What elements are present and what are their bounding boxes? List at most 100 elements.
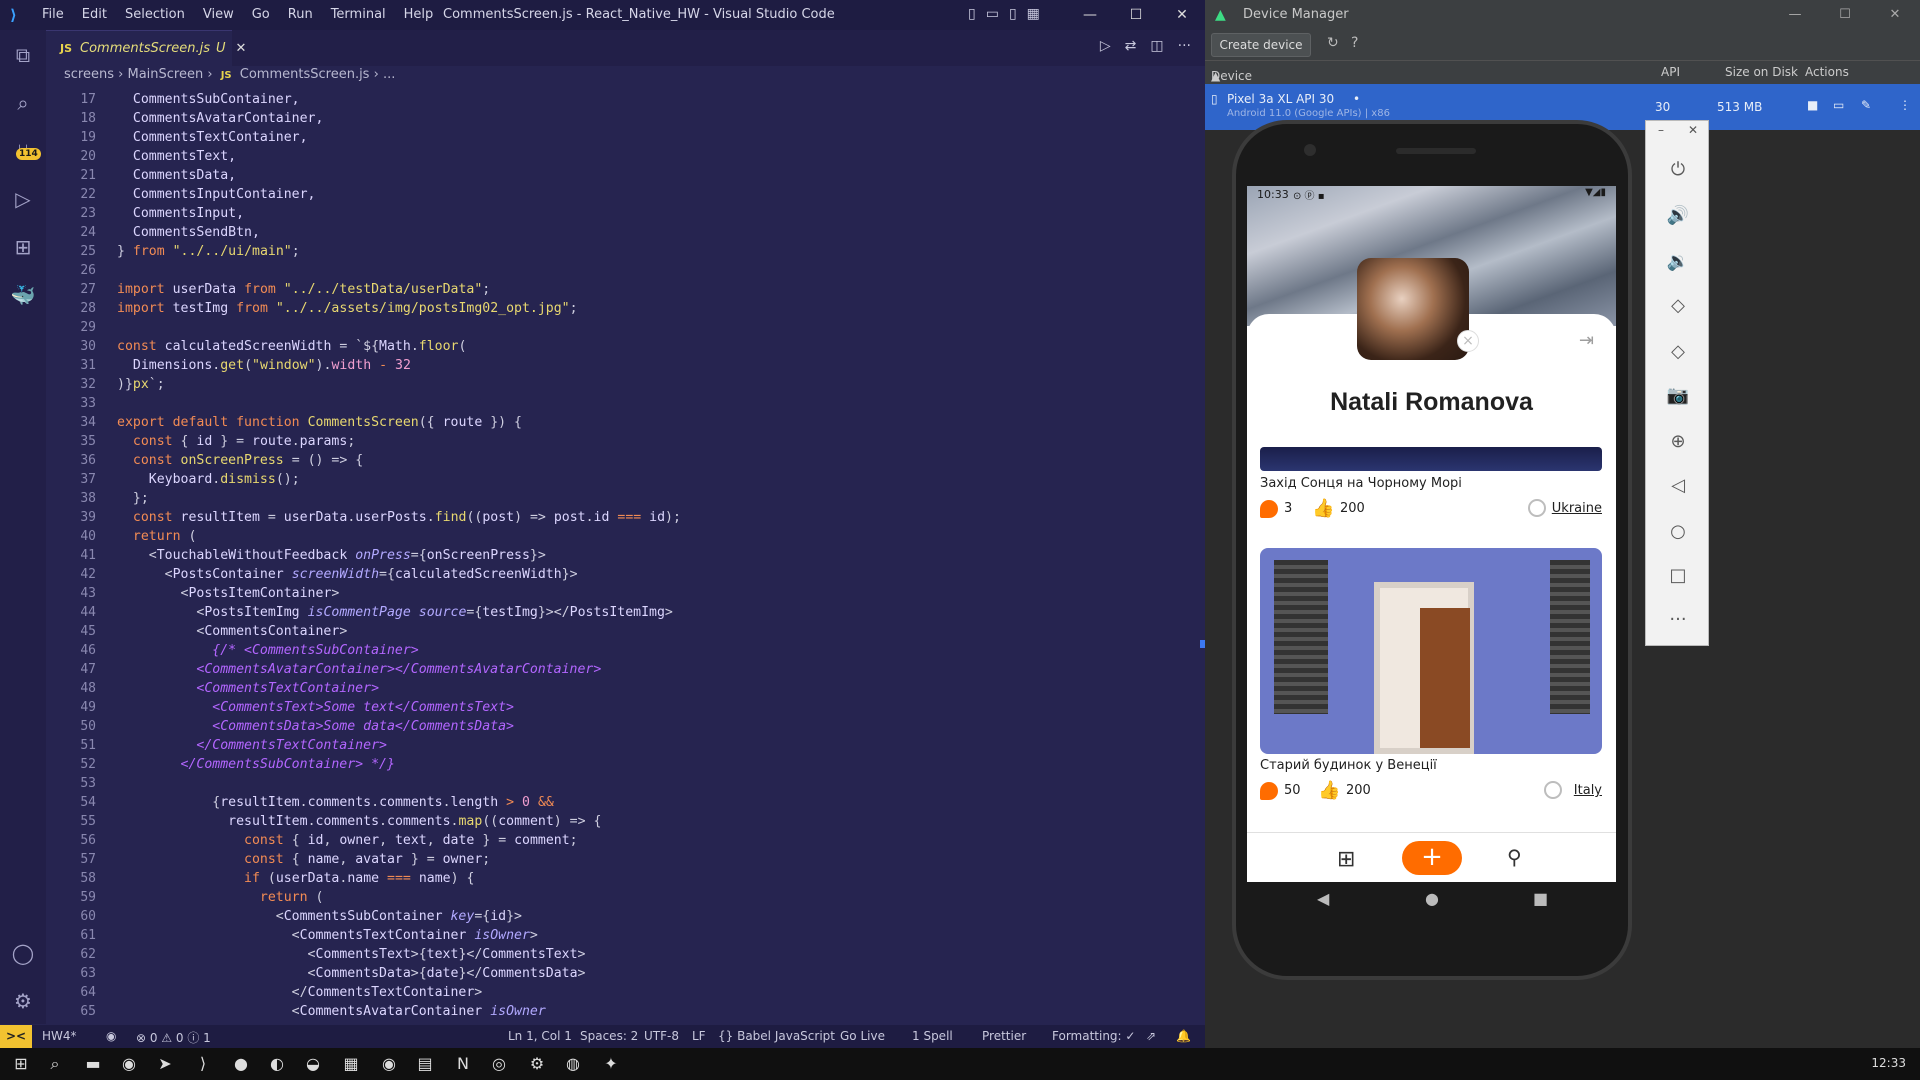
power-icon[interactable]: ⏻ — [1646, 159, 1710, 180]
volume-up-icon[interactable]: 🔊 — [1646, 205, 1710, 226]
more-vertical-icon[interactable]: ⋮ — [1899, 98, 1911, 112]
run-file-icon[interactable]: ▷ — [1100, 38, 1111, 54]
go-live-button[interactable]: Go Live — [840, 1029, 885, 1043]
menu-go[interactable]: Go — [252, 7, 270, 22]
grid-icon[interactable]: ⊞ — [1337, 847, 1355, 872]
app-icon[interactable]: ⚙ — [524, 1054, 550, 1073]
post-location-link[interactable]: Italy — [1574, 783, 1602, 798]
toggle-sidebar-icon[interactable]: ▯ — [968, 6, 976, 22]
onenote-icon[interactable]: N — [450, 1054, 476, 1073]
docker-icon[interactable]: 🐳 — [10, 282, 36, 308]
split-editor-icon[interactable]: ◫ — [1150, 38, 1163, 54]
back-icon[interactable]: ◀ — [1317, 889, 1329, 908]
minimize-icon[interactable]: — — [1067, 0, 1113, 30]
menu-run[interactable]: Run — [288, 7, 313, 22]
menu-view[interactable]: View — [203, 7, 234, 22]
calculator-icon[interactable]: ▦ — [338, 1054, 364, 1073]
git-branch[interactable]: HW4* — [42, 1029, 77, 1043]
explorer-icon[interactable]: ⧉ — [10, 42, 36, 68]
maximize-icon[interactable]: ☐ — [1820, 0, 1870, 30]
search-icon[interactable]: ⌕ — [42, 1054, 68, 1074]
more-actions-icon[interactable]: ··· — [1178, 38, 1191, 54]
phone-screen[interactable]: 10:33 ⊙ ⓟ ▪ ▼◢▮ × ⇥ Natali Romanova Захі… — [1247, 186, 1616, 882]
toggle-panel-icon[interactable]: ▭ — [986, 6, 999, 22]
remote-indicator[interactable]: >< — [0, 1025, 32, 1048]
breadcrumb-screens[interactable]: screens — [64, 67, 114, 82]
camera-icon[interactable]: 📷 — [1646, 385, 1710, 406]
app-icon[interactable]: ▤ — [412, 1054, 438, 1073]
compare-icon[interactable]: ⇄ — [1125, 38, 1137, 54]
recents-icon[interactable]: ■ — [1533, 889, 1548, 908]
column-api[interactable]: API — [1661, 65, 1680, 79]
overview-icon[interactable]: □ — [1646, 565, 1710, 586]
problems-count[interactable]: ⊗ 0 ⚠ 0 ⓘ 1 — [136, 1029, 211, 1046]
volume-down-icon[interactable]: 🔉 — [1646, 251, 1710, 272]
menu-selection[interactable]: Selection — [125, 7, 185, 22]
account-icon[interactable]: ◯ — [10, 940, 36, 966]
tab-close-icon[interactable]: ✕ — [236, 41, 247, 56]
back-icon[interactable]: ◁ — [1646, 475, 1710, 496]
prettier-status[interactable]: Prettier — [982, 1029, 1026, 1043]
windows-start-icon[interactable]: ⊞ — [8, 1054, 34, 1073]
app-icon[interactable]: ◎ — [486, 1054, 512, 1073]
toggle-secondary-sidebar-icon[interactable]: ▯ — [1009, 6, 1017, 22]
remove-avatar-icon[interactable]: × — [1457, 330, 1479, 352]
stop-icon[interactable]: ■ — [1807, 98, 1818, 112]
help-icon[interactable]: ? — [1351, 35, 1358, 51]
spell-check[interactable]: 1 Spell — [912, 1029, 953, 1043]
like-icon[interactable]: 👍 — [1312, 498, 1334, 519]
rotate-right-icon[interactable]: ◇ — [1646, 341, 1710, 362]
menu-file[interactable]: File — [42, 7, 64, 22]
app-icon[interactable]: ✦ — [598, 1054, 624, 1073]
app-icon[interactable]: ◍ — [560, 1054, 586, 1073]
comments-icon[interactable] — [1260, 500, 1278, 518]
account-share-icon[interactable]: ⇗ — [1146, 1029, 1156, 1043]
menu-edit[interactable]: Edit — [82, 7, 107, 22]
line-ending[interactable]: LF — [692, 1029, 706, 1043]
settings-gear-icon[interactable]: ⚙ — [10, 988, 36, 1014]
cursor-position[interactable]: Ln 1, Col 1 — [508, 1029, 572, 1043]
eye-icon[interactable]: ◉ — [106, 1029, 116, 1043]
more-options-icon[interactable]: ··· — [1646, 609, 1710, 630]
language-mode[interactable]: {} Babel JavaScript — [718, 1029, 835, 1043]
zoom-icon[interactable]: ⊕ — [1646, 431, 1710, 452]
menu-terminal[interactable]: Terminal — [331, 7, 386, 22]
refresh-icon[interactable]: ↻ — [1327, 35, 1339, 51]
column-actions[interactable]: Actions — [1805, 65, 1849, 79]
post-location-link[interactable]: Ukraine — [1552, 501, 1602, 516]
folder-icon[interactable]: ▭ — [1833, 98, 1844, 112]
post-image[interactable] — [1260, 447, 1602, 471]
app-icon[interactable]: ◐ — [264, 1054, 290, 1073]
breadcrumb-file[interactable]: CommentsScreen.js — [240, 67, 370, 82]
create-device-button[interactable]: Create device — [1211, 33, 1311, 57]
like-icon[interactable]: 👍 — [1318, 780, 1340, 801]
user-icon[interactable]: ⚲ — [1507, 845, 1522, 869]
rotate-left-icon[interactable]: ◇ — [1646, 295, 1710, 316]
code-editor[interactable]: CommentsSubContainer, CommentsAvatarCont… — [117, 90, 681, 1021]
logout-icon[interactable]: ⇥ — [1579, 330, 1594, 351]
minimize-icon[interactable]: — — [1770, 0, 1820, 30]
column-size[interactable]: Size on Disk — [1725, 65, 1798, 79]
home-icon[interactable]: ○ — [1646, 521, 1710, 542]
telegram-icon[interactable]: ➤ — [152, 1054, 178, 1073]
close-icon[interactable]: ✕ — [1688, 123, 1698, 137]
tab-commentsscreen[interactable]: JS CommentsScreen.js U ✕ — [46, 30, 246, 66]
extensions-icon[interactable]: ⊞ — [10, 234, 36, 260]
comments-icon[interactable] — [1260, 782, 1278, 800]
breadcrumb-symbol[interactable]: ... — [383, 67, 395, 82]
breadcrumb-mainscreen[interactable]: MainScreen — [127, 67, 203, 82]
vscode-taskbar-icon[interactable]: ⟩ — [190, 1054, 216, 1073]
encoding[interactable]: UTF-8 — [644, 1029, 679, 1043]
post-image[interactable] — [1260, 548, 1602, 754]
indentation[interactable]: Spaces: 2 — [580, 1029, 638, 1043]
minimize-icon[interactable]: – — [1658, 123, 1664, 137]
edit-pencil-icon[interactable]: ✎ — [1861, 98, 1871, 112]
close-icon[interactable]: ✕ — [1870, 0, 1920, 30]
menu-help[interactable]: Help — [404, 7, 434, 22]
maximize-icon[interactable]: ☐ — [1113, 0, 1159, 30]
app-icon[interactable]: ◉ — [376, 1054, 402, 1073]
search-icon[interactable]: ⌕ — [10, 90, 36, 116]
file-explorer-icon[interactable]: ▬ — [80, 1054, 106, 1073]
customize-layout-icon[interactable]: ▦ — [1027, 6, 1040, 22]
add-post-button[interactable]: + — [1402, 841, 1462, 875]
